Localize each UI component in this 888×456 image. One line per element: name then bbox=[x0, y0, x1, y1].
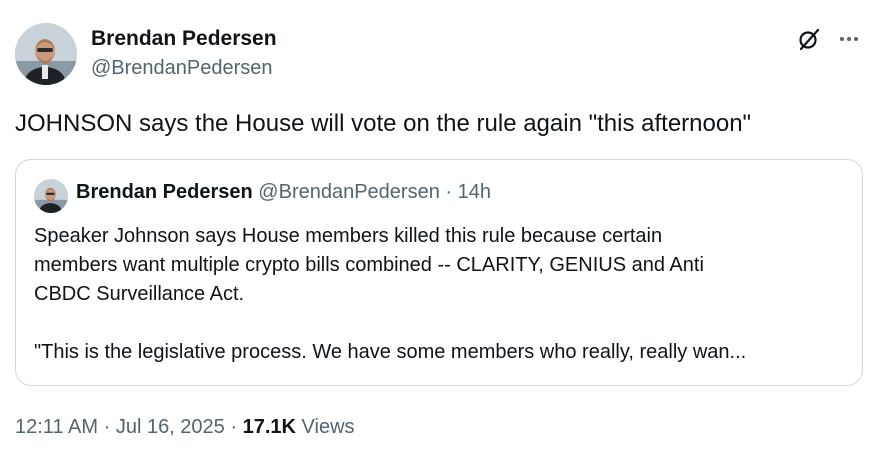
quote-text-line: Speaker Johnson says House members kille… bbox=[34, 225, 663, 247]
views-count[interactable]: 17.1K bbox=[243, 416, 296, 438]
profile-photo bbox=[15, 23, 77, 85]
tweet-text: JOHNSON says the House will vote on the … bbox=[15, 110, 752, 137]
quote-separator: · bbox=[445, 181, 453, 203]
more-options-icon[interactable] bbox=[834, 24, 864, 54]
tweet-time[interactable]: 12:11 AM bbox=[15, 416, 98, 438]
quote-author-name[interactable]: Brendan Pedersen bbox=[76, 181, 253, 203]
quote-timestamp[interactable]: 14h bbox=[458, 181, 491, 203]
quoted-tweet-card[interactable]: Brendan Pedersen @BrendanPedersen · 14h … bbox=[15, 159, 863, 386]
quote-header: Brendan Pedersen @BrendanPedersen · 14h bbox=[76, 181, 491, 204]
avatar[interactable] bbox=[15, 23, 77, 85]
quote-author-handle[interactable]: @BrendanPedersen bbox=[258, 181, 440, 203]
quote-text-line: "This is the legislative process. We hav… bbox=[34, 341, 747, 363]
profile-photo bbox=[34, 179, 68, 213]
author-name[interactable]: Brendan Pedersen bbox=[91, 27, 277, 51]
quote-body: Speaker Johnson says House members kille… bbox=[34, 222, 854, 367]
tweet-date[interactable]: Jul 16, 2025 bbox=[116, 416, 225, 438]
author-handle[interactable]: @BrendanPedersen bbox=[91, 57, 273, 80]
footer-separator: · bbox=[230, 416, 238, 438]
quote-text-line: CBDC Surveillance Act. bbox=[34, 283, 245, 305]
views-label: Views bbox=[301, 416, 355, 438]
grok-icon[interactable] bbox=[794, 24, 824, 54]
tweet-footer: 12:11 AM · Jul 16, 2025 · 17.1K Views bbox=[15, 416, 355, 439]
footer-separator: · bbox=[103, 416, 111, 438]
quote-text-line: members want multiple crypto bills combi… bbox=[34, 254, 704, 276]
quote-avatar[interactable] bbox=[34, 179, 68, 213]
